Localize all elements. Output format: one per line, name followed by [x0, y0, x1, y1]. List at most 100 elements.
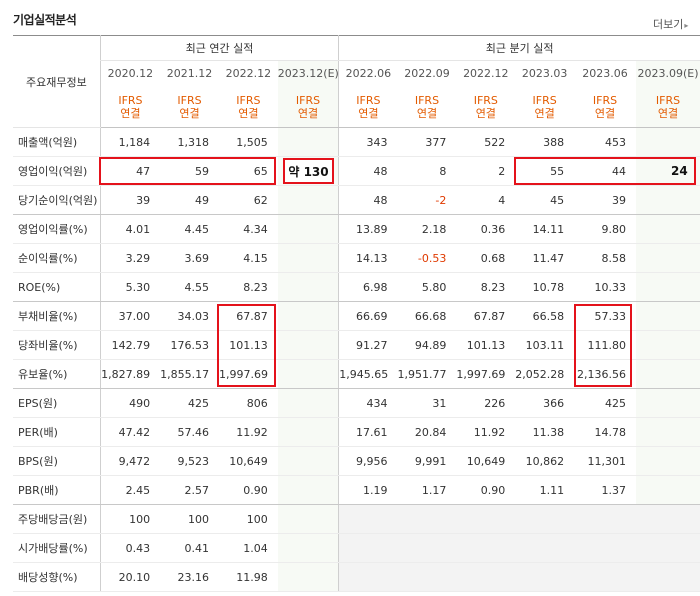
quarterly-value: 10.33 [574, 272, 636, 302]
quarterly-value [397, 562, 457, 592]
quarterly-value [635, 359, 700, 389]
annual-value [277, 475, 339, 505]
quarterly-value: 6.98 [338, 272, 398, 302]
quarterly-value [397, 504, 457, 534]
table-row: PBR(배) 2.45 2.57 0.90 1.19 1.17 0.90 1.11 1.37 [13, 475, 700, 505]
ifrs-label: IFRS 연결 [397, 86, 457, 128]
quarterly-value: 48 [338, 185, 398, 215]
annual-value: 23.16 [160, 562, 219, 592]
quarterly-value: 101.13 [456, 330, 516, 360]
table-row: PER(배) 47.42 57.46 11.92 17.61 20.84 11.92 11.3… [13, 417, 700, 447]
annual-value [277, 504, 339, 534]
annual-value: 100 [160, 504, 219, 534]
ifrs-label: IFRS 연결 [277, 86, 339, 128]
annual-value [277, 446, 339, 476]
row-label: PBR(배) [13, 475, 101, 505]
row-label: 부채비율(%) [13, 301, 101, 331]
annual-value: 100 [218, 504, 278, 534]
annual-value: 3.69 [160, 243, 219, 273]
quarterly-value [635, 504, 700, 534]
ifrs-standard: IFRS [356, 93, 381, 107]
row-label: 유보율(%) [13, 359, 101, 389]
quarterly-value: 388 [515, 127, 575, 157]
annual-value: 8.23 [218, 272, 278, 302]
table-row: 주당배당금(원) 100 100 100 [13, 504, 700, 534]
quarterly-value: 366 [515, 388, 575, 418]
annual-value: 4.34 [218, 214, 278, 244]
quarterly-value: 1,997.69 [456, 359, 516, 389]
more-link[interactable]: 더보기▸ [653, 16, 688, 32]
annual-value: 490 [99, 388, 161, 418]
quarterly-value [635, 446, 700, 476]
annual-value: 65 [218, 156, 278, 186]
annual-value: 59 [160, 156, 219, 186]
quarterly-value: 0.90 [456, 475, 516, 505]
quarterly-value: 67.87 [456, 301, 516, 331]
annual-value: 1,827.89 [99, 359, 161, 389]
row-label: ROE(%) [13, 272, 101, 302]
row-label: 영업이익률(%) [13, 214, 101, 244]
quarterly-value: 2 [456, 156, 516, 186]
ifrs-standard: IFRS [236, 93, 261, 107]
quarterly-value: 55 [515, 156, 575, 186]
row-label: 시가배당률(%) [13, 533, 101, 563]
annual-date-header: 2023.12(E) [277, 60, 339, 87]
annual-value: 4.15 [218, 243, 278, 273]
annual-value: 20.10 [99, 562, 161, 592]
quarterly-value [456, 533, 516, 563]
quarterly-value: 66.68 [397, 301, 457, 331]
annual-value: 4.55 [160, 272, 219, 302]
quarterly-value: 57.33 [574, 301, 636, 331]
quarterly-value [635, 388, 700, 418]
quarterly-value: 0.68 [456, 243, 516, 273]
table-row: 영업이익(억원) 47 59 65 48 8 2 55 44 [13, 156, 700, 186]
quarterly-value [635, 214, 700, 244]
annual-value: 425 [160, 388, 219, 418]
ifrs-label: IFRS 연결 [160, 86, 219, 128]
table-row: EPS(원) 490 425 806 434 31 226 366 425 [13, 388, 700, 418]
quarterly-value [338, 504, 398, 534]
ifrs-consolidated: 연결 [657, 106, 679, 120]
annual-value: 4.45 [160, 214, 219, 244]
quarterly-value: 14.78 [574, 417, 636, 447]
label-header: 주요재무정보 [13, 35, 101, 128]
quarterly-value: 226 [456, 388, 516, 418]
quarterly-value: 1.37 [574, 475, 636, 505]
table-row: ROE(%) 5.30 4.55 8.23 6.98 5.80 8.23 10.78 10.33 [13, 272, 700, 302]
quarterly-value: 1.11 [515, 475, 575, 505]
annual-value: 2.45 [99, 475, 161, 505]
annual-value: 806 [218, 388, 278, 418]
annual-value [277, 185, 339, 215]
quarter-date-header: 2023.06 [582, 67, 628, 81]
ifrs-consolidated: 연결 [238, 106, 259, 120]
annual-value [277, 533, 339, 563]
table-row: 유보율(%) 1,827.89 1,855.17 1,997.69 1,945.65 1,… [13, 359, 700, 389]
quarterly-value [456, 504, 516, 534]
quarterly-value: 17.61 [338, 417, 398, 447]
ifrs-label: IFRS 연결 [515, 86, 575, 128]
annual-value: 0.41 [160, 533, 219, 563]
annual-value [277, 272, 339, 302]
annual-value: 9,523 [160, 446, 219, 476]
row-label: 순이익률(%) [13, 243, 101, 273]
ifrs-consolidated: 연결 [120, 106, 141, 120]
quarterly-value [515, 562, 575, 592]
annual-value: 9,472 [99, 446, 161, 476]
quarterly-value: 8.58 [574, 243, 636, 273]
quarterly-value [635, 475, 700, 505]
quarterly-group-header: 최근 분기 실적 [338, 35, 700, 61]
annual-value [277, 417, 339, 447]
table-row: 매출액(억원) 1,184 1,318 1,505 343 377 522 388 453 [13, 127, 700, 157]
quarterly-value [515, 504, 575, 534]
row-label: PER(배) [13, 417, 101, 447]
quarterly-value: 39 [574, 185, 636, 215]
quarterly-value: 1,951.77 [397, 359, 457, 389]
quarterly-value: 111.80 [574, 330, 636, 360]
annual-value: 34.03 [160, 301, 219, 331]
quarterly-value [635, 562, 700, 592]
ifrs-standard: IFRS [655, 93, 681, 107]
quarterly-value: 14.13 [338, 243, 398, 273]
quarterly-value: 8 [397, 156, 457, 186]
ifrs-consolidated: 연결 [534, 106, 555, 120]
table-row: BPS(원) 9,472 9,523 10,649 9,956 9,991 10,649 10… [13, 446, 700, 476]
